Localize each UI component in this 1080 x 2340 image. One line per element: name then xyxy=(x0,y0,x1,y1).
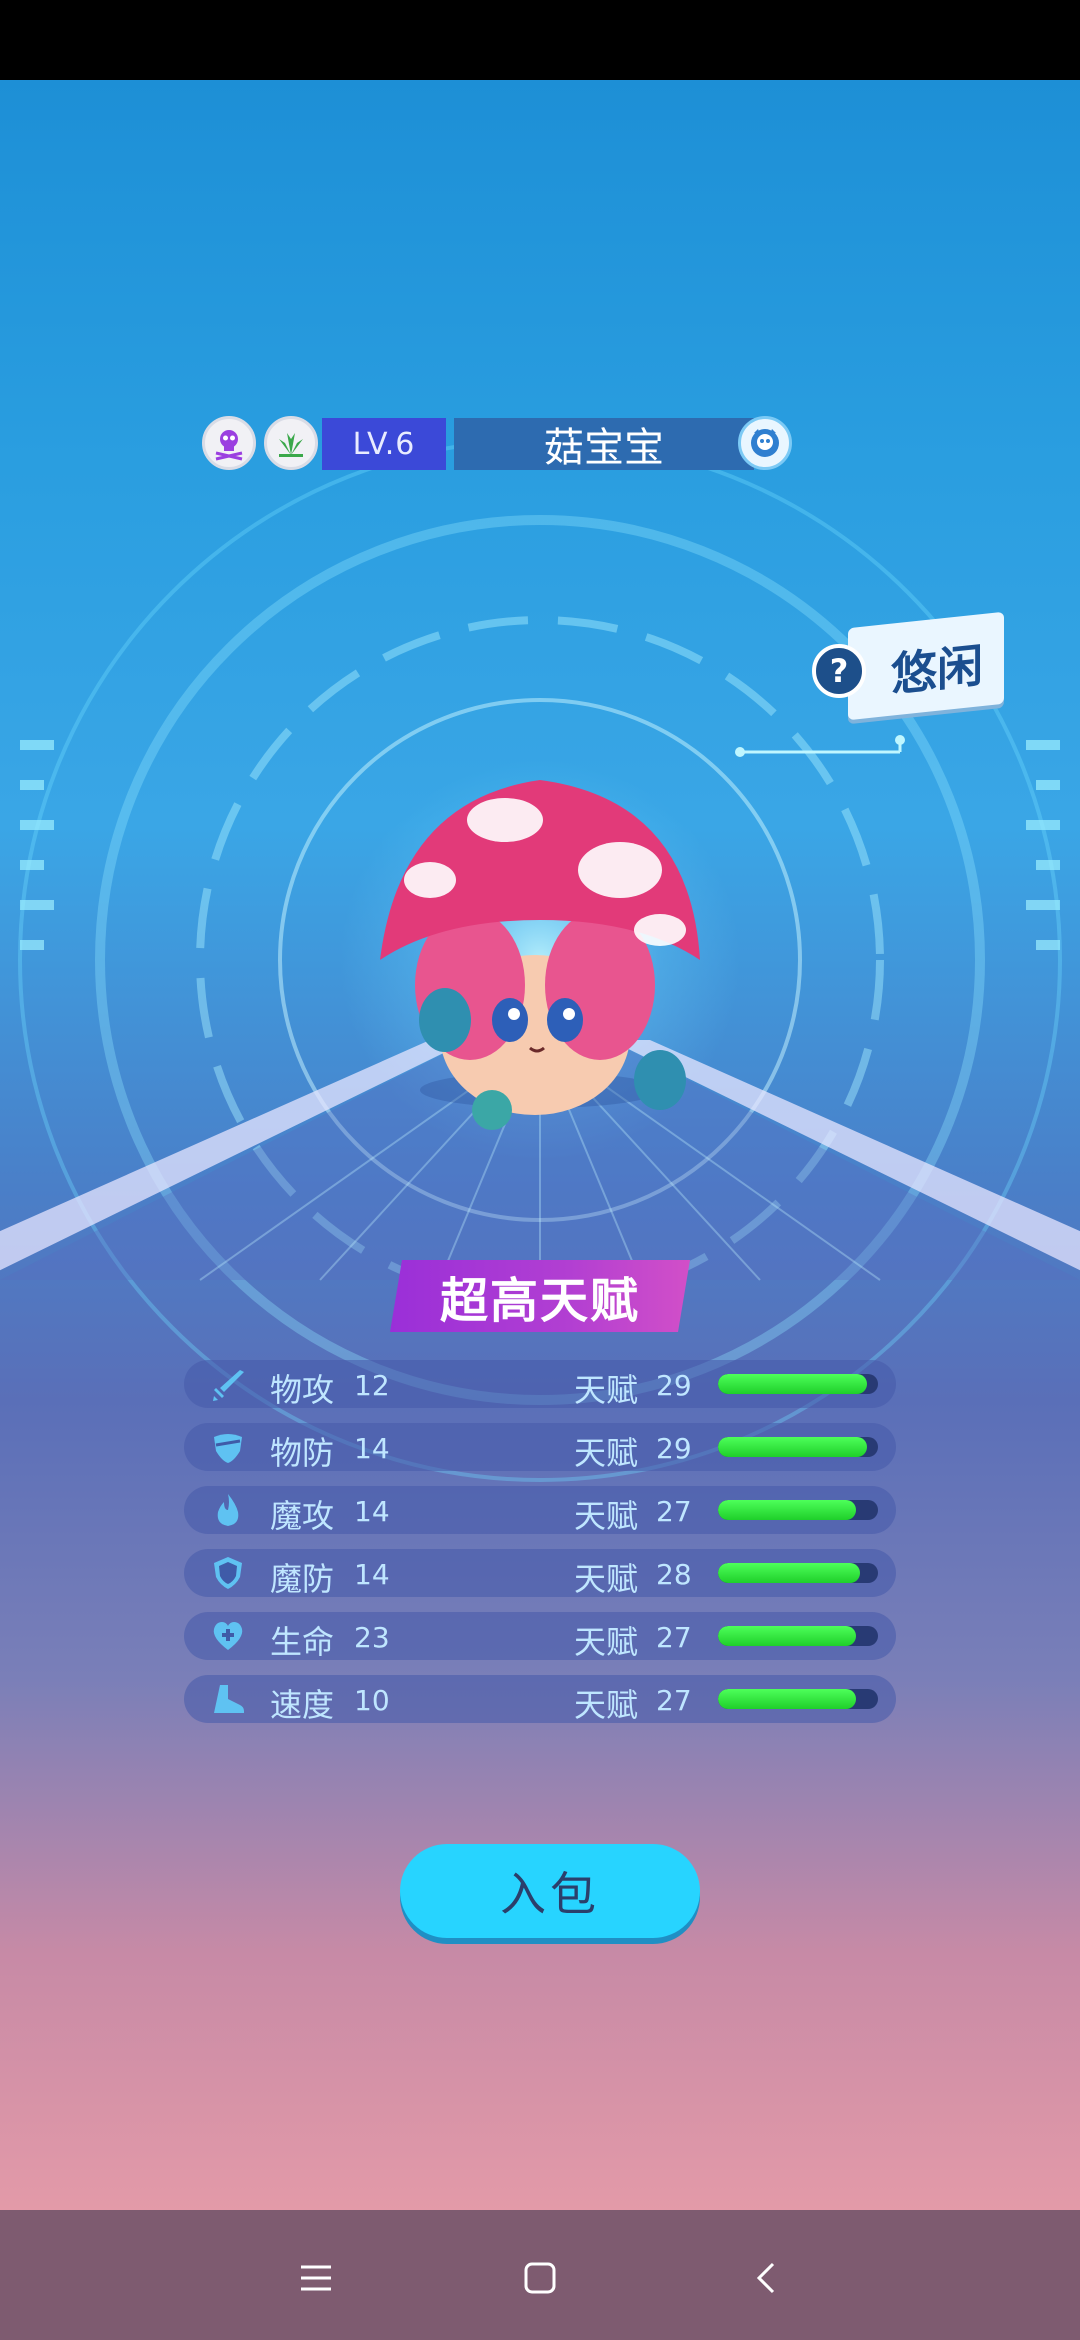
stat-value: 14 xyxy=(354,1495,390,1528)
stat-row-hp: 生命 23 天赋 27 xyxy=(184,1612,896,1661)
status-bar xyxy=(0,0,1080,80)
heart-plus-icon xyxy=(213,1622,243,1650)
stat-name: 魔防 xyxy=(270,1560,335,1598)
stat-value: 23 xyxy=(354,1621,390,1654)
game-scene: LV.6 菇宝宝 ? 悠闲 超高天赋 物攻 12 天赋 29 物防 14 天赋 … xyxy=(0,80,1080,2210)
stat-row-magic-attack: 魔攻 14 天赋 27 xyxy=(184,1486,896,1535)
talent-label: 天赋 xyxy=(574,1686,639,1724)
talent-value: 29 xyxy=(656,1432,692,1465)
armor-icon xyxy=(214,1434,242,1463)
stat-name: 物攻 xyxy=(270,1371,335,1409)
boot-icon xyxy=(214,1685,244,1713)
talent-label: 天赋 xyxy=(574,1497,639,1535)
talent-value: 27 xyxy=(656,1621,692,1654)
talent-bar-fill xyxy=(718,1500,856,1520)
talent-label: 天赋 xyxy=(574,1371,639,1409)
stat-value: 10 xyxy=(354,1684,390,1717)
talent-value: 28 xyxy=(656,1558,692,1591)
mood-tag[interactable]: ? 悠闲 xyxy=(812,611,1004,721)
profile-badge-icon[interactable] xyxy=(738,416,792,470)
level-label: LV.6 xyxy=(322,418,446,470)
add-to-bag-button[interactable]: 入包 xyxy=(400,1844,700,1938)
stat-name: 生命 xyxy=(270,1623,335,1661)
shield-icon xyxy=(214,1557,242,1589)
stat-name: 速度 xyxy=(270,1686,335,1724)
back-icon[interactable] xyxy=(736,2248,796,2308)
sword-icon xyxy=(213,1370,244,1401)
stat-value: 12 xyxy=(354,1369,390,1402)
talent-bar xyxy=(718,1563,878,1583)
stat-value: 14 xyxy=(354,1558,390,1591)
talent-label: 天赋 xyxy=(574,1434,639,1472)
stat-row-magic-defense: 魔防 14 天赋 28 xyxy=(184,1549,896,1598)
talent-bar-fill xyxy=(718,1626,856,1646)
home-icon[interactable] xyxy=(510,2248,570,2308)
stat-row-attack: 物攻 12 天赋 29 xyxy=(184,1360,896,1409)
talent-bar xyxy=(718,1626,878,1646)
talent-banner: 超高天赋 xyxy=(390,1260,690,1332)
talent-label: 天赋 xyxy=(574,1623,639,1661)
talent-bar xyxy=(718,1689,878,1709)
pet-header: LV.6 菇宝宝 xyxy=(0,416,1080,472)
stat-row-defense: 物防 14 天赋 29 xyxy=(184,1423,896,1472)
talent-value: 29 xyxy=(656,1369,692,1402)
fire-icon xyxy=(217,1494,239,1526)
stat-value: 14 xyxy=(354,1432,390,1465)
stat-row-speed: 速度 10 天赋 27 xyxy=(184,1675,896,1724)
talent-bar-fill xyxy=(718,1689,856,1709)
talent-value: 27 xyxy=(656,1495,692,1528)
talent-bar xyxy=(718,1374,878,1394)
system-nav-bar xyxy=(0,2210,1080,2340)
stat-name: 物防 xyxy=(270,1434,335,1472)
grass-icon xyxy=(264,416,318,470)
help-icon[interactable]: ? xyxy=(812,644,866,698)
menu-icon[interactable] xyxy=(286,2248,346,2308)
stats-list: 物攻 12 天赋 29 物防 14 天赋 29 魔攻 14 天赋 27 魔防 1… xyxy=(184,1360,896,1738)
talent-bar-fill xyxy=(718,1374,867,1394)
pet-name: 菇宝宝 xyxy=(454,418,754,471)
talent-bar xyxy=(718,1500,878,1520)
stat-name: 魔攻 xyxy=(270,1497,335,1535)
mood-label: 悠闲 xyxy=(891,638,983,702)
poison-icon xyxy=(202,416,256,470)
talent-bar-fill xyxy=(718,1437,867,1457)
talent-value: 27 xyxy=(656,1684,692,1717)
talent-bar xyxy=(718,1437,878,1457)
talent-bar-fill xyxy=(718,1563,861,1583)
talent-label: 天赋 xyxy=(574,1560,639,1598)
